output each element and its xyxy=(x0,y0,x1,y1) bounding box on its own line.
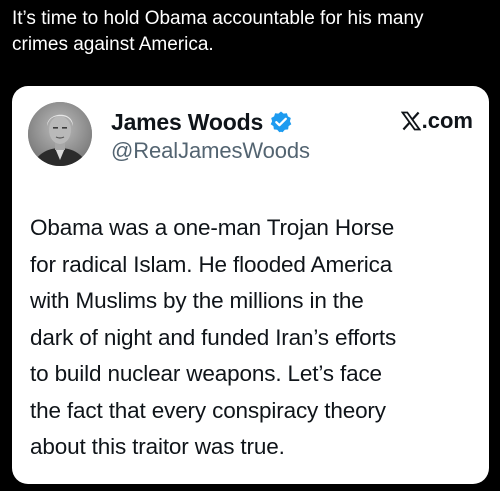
brand-label: .com xyxy=(400,108,473,134)
tweet-text-line: for radical Islam. He flooded America xyxy=(30,251,393,277)
tweet-text-line: with Muslims by the millions in the xyxy=(30,288,364,313)
caption-line: It’s time to hold Obama accountable for … xyxy=(12,8,424,29)
author-name-row: James Woods xyxy=(111,106,293,138)
author-handle: @RealJamesWoods xyxy=(111,138,310,163)
tweet-text-line: Obama was a one-man Trojan Horse xyxy=(30,215,395,240)
x-logo-icon xyxy=(400,111,421,131)
tweet-screenshot-card: James Woods @RealJamesWoods .com Obama w… xyxy=(12,86,489,484)
verified-badge-icon xyxy=(269,110,293,134)
author-display-name: James Woods xyxy=(111,108,264,135)
tweet-text-line: the fact that every conspiracy theory xyxy=(30,397,386,423)
caption-line: crimes against America. xyxy=(12,34,214,55)
tweet-text: Obama was a one-man Trojan Horse for rad… xyxy=(30,210,480,466)
brand-domain-text: .com xyxy=(421,108,473,133)
tweet-text-line: about this traitor was true. xyxy=(30,434,285,459)
tweet-text-line: to build nuclear weapons. Let’s face xyxy=(30,361,382,386)
tweet-text-line: dark of night and funded Iran’s efforts xyxy=(30,324,397,350)
post-caption: It’s time to hold Obama accountable for … xyxy=(12,6,482,58)
avatar xyxy=(28,102,92,166)
